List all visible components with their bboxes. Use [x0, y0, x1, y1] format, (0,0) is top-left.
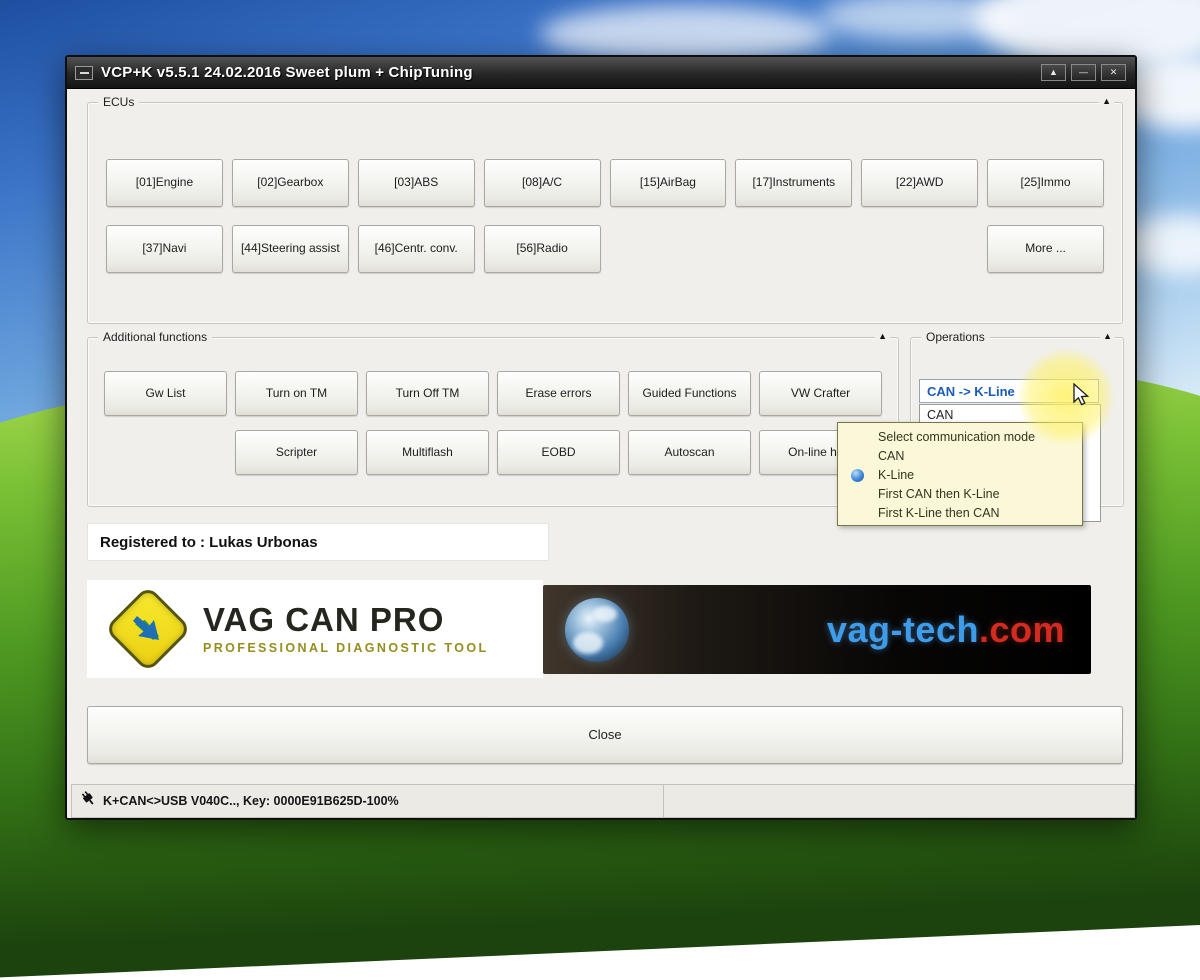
app-window-icon: [75, 66, 93, 80]
logo-subtitle: PROFESSIONAL DIAGNOSTIC TOOL: [203, 641, 489, 655]
scripter-button[interactable]: Scripter: [235, 430, 358, 475]
ecus-group-label: ECUs: [98, 95, 139, 109]
website-name: vag-tech: [827, 609, 979, 650]
website-text: vag-tech.com: [827, 609, 1065, 651]
ecu-button-ac[interactable]: [08]A/C: [484, 159, 601, 207]
window-up-button[interactable]: ▲: [1041, 64, 1066, 81]
ecu-button-airbag[interactable]: [15]AirBag: [610, 159, 727, 207]
ecu-button-engine[interactable]: [01]Engine: [106, 159, 223, 207]
status-bar: K+CAN<>USB V040C.., Key: 0000E91B625D-10…: [71, 784, 1135, 818]
status-text: K+CAN<>USB V040C.., Key: 0000E91B625D-10…: [103, 794, 399, 808]
status-segment-connection: K+CAN<>USB V040C.., Key: 0000E91B625D-10…: [72, 785, 664, 817]
menu-option-first-kline[interactable]: First K-Line then CAN: [838, 504, 1082, 523]
close-button[interactable]: Close: [87, 706, 1123, 764]
ecu-button-radio[interactable]: [56]Radio: [484, 225, 601, 273]
ecu-button-central-convenience[interactable]: [46]Centr. conv.: [358, 225, 475, 273]
usb-plug-icon: [81, 791, 96, 812]
menu-option-first-can[interactable]: First CAN then K-Line: [838, 485, 1082, 504]
ecu-button-steering-assist[interactable]: [44]Steering assist: [232, 225, 349, 273]
status-segment-empty: [664, 785, 1134, 817]
erase-errors-button[interactable]: Erase errors: [497, 371, 620, 416]
client-area: ECUs ▲ [01]Engine [02]Gearbox [03]ABS [0…: [67, 90, 1135, 818]
gw-list-button[interactable]: Gw List: [104, 371, 227, 416]
vw-crafter-button[interactable]: VW Crafter: [759, 371, 882, 416]
turn-on-tm-button[interactable]: Turn on TM: [235, 371, 358, 416]
selected-option-icon: [851, 469, 864, 482]
app-window: VCP+K v5.5.1 24.02.2016 Sweet plum + Chi…: [65, 55, 1137, 820]
guided-functions-button[interactable]: Guided Functions: [628, 371, 751, 416]
ecu-button-awd[interactable]: [22]AWD: [861, 159, 978, 207]
operations-group-label: Operations: [921, 330, 990, 344]
minimize-button[interactable]: —: [1071, 64, 1096, 81]
ecu-button-navi[interactable]: [37]Navi: [106, 225, 223, 273]
multiflash-button[interactable]: Multiflash: [366, 430, 489, 475]
additional-functions-group: Additional functions ▲ Gw List Turn on T…: [87, 337, 899, 507]
communication-mode-menu: Select communication mode CAN K-Line Fir…: [837, 422, 1083, 526]
ecus-collapse-icon[interactable]: ▲: [1099, 96, 1114, 106]
eobd-button[interactable]: EOBD: [497, 430, 620, 475]
registered-to-text: Registered to : Lukas Urbonas: [87, 523, 549, 561]
ecu-button-instruments[interactable]: [17]Instruments: [735, 159, 852, 207]
autoscan-button[interactable]: Autoscan: [628, 430, 751, 475]
menu-title: Select communication mode: [838, 428, 1082, 447]
additional-functions-label: Additional functions: [98, 330, 212, 344]
menu-option-kline[interactable]: K-Line: [838, 466, 1082, 485]
ecu-button-abs[interactable]: [03]ABS: [358, 159, 475, 207]
turn-off-tm-button[interactable]: Turn Off TM: [366, 371, 489, 416]
globe-icon: [565, 598, 629, 662]
window-title: VCP+K v5.5.1 24.02.2016 Sweet plum + Chi…: [101, 64, 473, 81]
ecu-button-gearbox[interactable]: [02]Gearbox: [232, 159, 349, 207]
ecus-group: ECUs ▲ [01]Engine [02]Gearbox [03]ABS [0…: [87, 102, 1123, 324]
menu-option-can[interactable]: CAN: [838, 447, 1082, 466]
communication-mode-combobox[interactable]: CAN -> K-Line: [919, 379, 1099, 403]
additional-functions-collapse-icon[interactable]: ▲: [875, 331, 890, 341]
operations-collapse-icon[interactable]: ▲: [1100, 331, 1115, 341]
more-ecus-button[interactable]: More ...: [987, 225, 1104, 273]
logo-title: VAG CAN PRO: [203, 603, 489, 636]
vag-tech-banner: vag-tech.com: [543, 585, 1091, 674]
vag-can-pro-logo: VAG CAN PRO PROFESSIONAL DIAGNOSTIC TOOL: [87, 580, 543, 678]
close-window-button[interactable]: ✕: [1101, 64, 1126, 81]
diamond-arrow-icon: [104, 585, 192, 673]
website-tld: .com: [979, 609, 1065, 650]
ecu-button-immo[interactable]: [25]Immo: [987, 159, 1104, 207]
title-bar[interactable]: VCP+K v5.5.1 24.02.2016 Sweet plum + Chi…: [67, 57, 1135, 89]
